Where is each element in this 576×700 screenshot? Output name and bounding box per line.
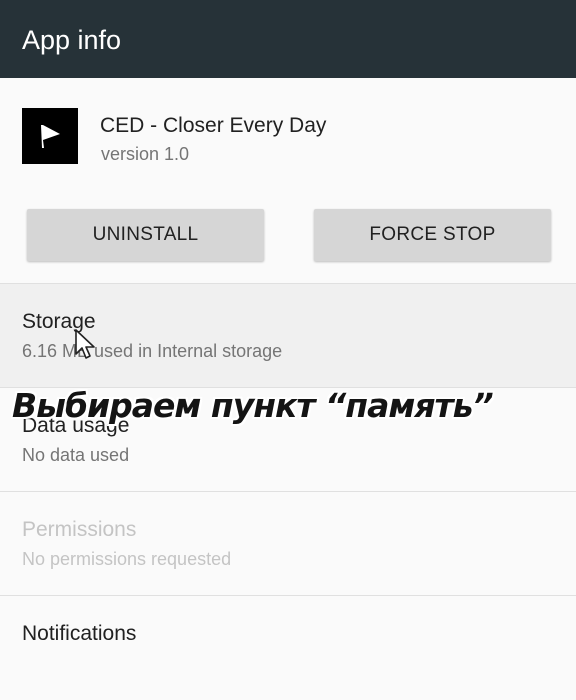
data-usage-subtitle: No data used [22,445,130,465]
storage-subtitle: 6.16 MB used in Internal storage [22,341,283,361]
app-icon [22,108,78,164]
mouse-pointer-icon [75,329,95,359]
tutorial-caption: Выбираем пункт “память” [12,386,494,425]
permissions-title: Permissions [22,518,137,541]
permissions-item: Permissions No permissions requested [0,491,576,596]
uninstall-button[interactable]: UNINSTALL [27,209,264,261]
app-version: version 1.0 [101,144,190,164]
app-name: CED - Closer Every Day [100,114,327,137]
play-flag-icon [41,125,60,148]
permissions-subtitle: No permissions requested [22,549,232,569]
page-title: App info [22,25,122,55]
force-stop-button[interactable]: FORCE STOP [314,209,551,261]
notifications-title: Notifications [22,622,137,645]
app-header: CED - Closer Every Day version 1.0 [0,78,576,198]
notifications-item[interactable]: Notifications [0,595,576,700]
app-bar: App info [0,0,576,78]
